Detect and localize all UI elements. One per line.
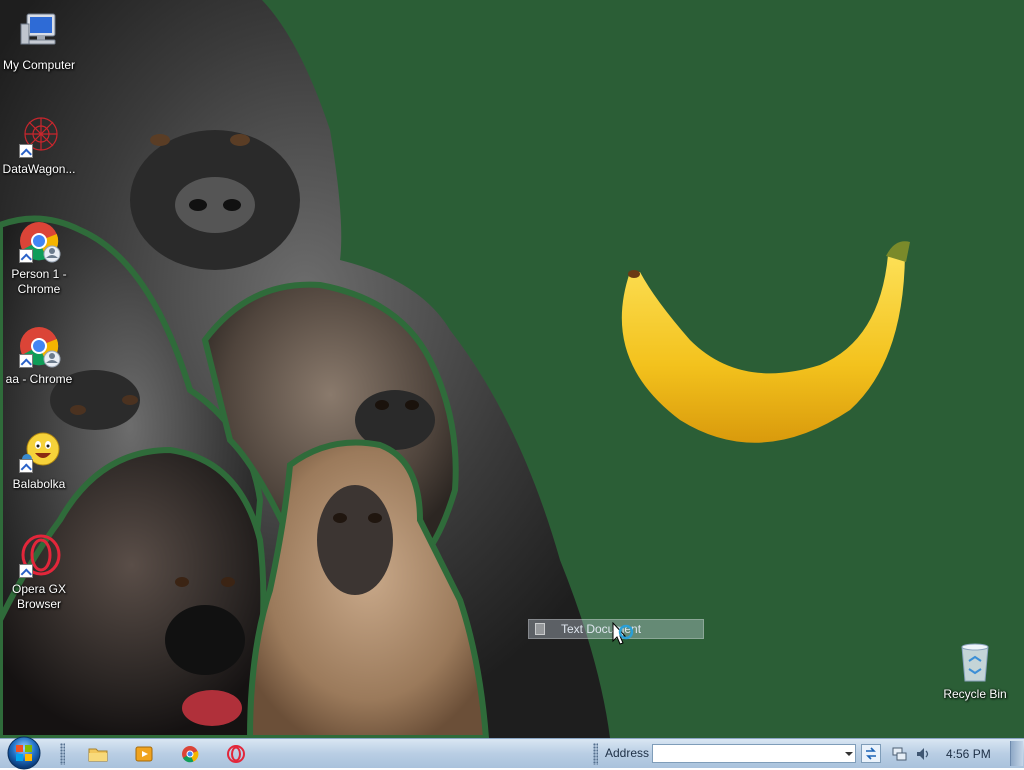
wallpaper xyxy=(0,0,910,738)
desktop-icon-datawagon[interactable]: DataWagon... xyxy=(0,114,78,177)
toolbar-grip[interactable] xyxy=(60,743,65,765)
desktop-icon-person1-chrome[interactable]: Person 1 - Chrome xyxy=(0,219,78,297)
desktop-icon-label: Person 1 - Chrome xyxy=(11,267,67,296)
address-toolbar-grip[interactable] xyxy=(593,743,598,765)
desktop-icon-label: Balabolka xyxy=(12,477,66,491)
chrome-icon[interactable] xyxy=(178,743,202,765)
address-input[interactable] xyxy=(652,744,856,763)
shortcut-arrow-icon xyxy=(19,144,33,158)
file-explorer-icon[interactable] xyxy=(86,743,110,765)
recycle-bin-icon xyxy=(953,639,997,683)
desktop-icon-recycle-bin[interactable]: Recycle Bin xyxy=(936,639,1014,702)
computer-icon xyxy=(17,10,61,54)
desktop-icon-my-computer[interactable]: My Computer xyxy=(0,10,78,73)
desktop-icon-aa-chrome[interactable]: aa - Chrome xyxy=(0,324,78,387)
datawagon-icon xyxy=(17,114,61,158)
text-file-icon xyxy=(535,623,545,635)
address-go-button[interactable] xyxy=(861,744,881,763)
show-desktop-button[interactable] xyxy=(1010,741,1023,766)
desktop[interactable]: My Computer DataWagon... Person 1 - Chro… xyxy=(0,0,1024,738)
desktop-icon-label: Recycle Bin xyxy=(943,687,1007,701)
taskbar: Address 4:56 PM xyxy=(0,736,1024,770)
desktop-icon-label: aa - Chrome xyxy=(5,372,73,386)
opera-gx-icon[interactable] xyxy=(224,743,248,765)
shortcut-arrow-icon xyxy=(19,354,33,368)
chrome-icon xyxy=(17,219,61,263)
volume-icon[interactable] xyxy=(915,746,931,762)
mouse-cursor-icon xyxy=(612,622,634,645)
balabolka-icon xyxy=(17,429,61,473)
desktop-icon-balabolka[interactable]: Balabolka xyxy=(0,429,78,492)
shortcut-arrow-icon xyxy=(19,249,33,263)
desktop-icon-label: DataWagon... xyxy=(2,162,76,176)
shortcut-arrow-icon xyxy=(19,564,33,578)
network-icon[interactable] xyxy=(891,746,907,762)
media-player-icon[interactable] xyxy=(132,743,156,765)
shortcut-arrow-icon xyxy=(19,459,33,473)
chevron-down-icon[interactable] xyxy=(842,745,856,762)
opera-gx-icon xyxy=(17,534,61,578)
desktop-icon-label: My Computer xyxy=(2,58,76,72)
desktop-icon-opera-gx[interactable]: Opera GX Browser xyxy=(0,534,78,612)
desktop-icon-label: Opera GX Browser xyxy=(11,582,67,611)
clock[interactable]: 4:56 PM xyxy=(946,747,991,761)
address-label: Address xyxy=(605,746,650,760)
start-button[interactable] xyxy=(4,736,44,770)
chrome-icon xyxy=(17,324,61,368)
